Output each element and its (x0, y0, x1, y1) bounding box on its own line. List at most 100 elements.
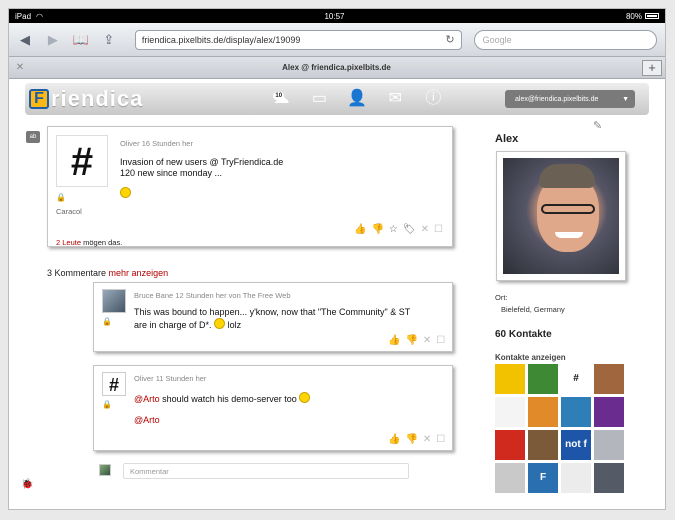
back-icon[interactable]: ◀ (17, 32, 33, 48)
chat-icon[interactable]: ▭ (309, 90, 329, 108)
friendica-navbar: F riendica ☁10 ▭ 👤 ✉ ⓘ alex@friendica.pi… (25, 83, 649, 115)
new-tab-button[interactable]: + (642, 59, 662, 76)
share-icon[interactable]: ⇪ (101, 32, 117, 48)
delete-icon[interactable]: ✕ (423, 335, 431, 346)
bookmarks-icon[interactable]: 📖 (73, 32, 89, 48)
comment-1: 🔒 Bruce Bane 12 Stunden her von The Free… (93, 282, 453, 352)
lock-icon: 🔒 (102, 317, 112, 326)
friendica-logo[interactable]: F riendica (29, 86, 143, 112)
profile-photo-image (503, 158, 619, 274)
post-avatar[interactable]: # (56, 135, 108, 187)
location-label: Ort: (495, 293, 508, 302)
search-field[interactable]: Google (473, 29, 657, 50)
network-icon[interactable]: ☁10 (271, 90, 291, 108)
bug-icon[interactable]: 🐞 (21, 479, 33, 490)
contact-avatar[interactable]: not f (561, 430, 591, 460)
dislike-icon[interactable]: 👎 (405, 335, 417, 346)
contacts-grid: # not fF (495, 364, 625, 493)
contact-avatar[interactable] (561, 397, 591, 427)
aside-toggle-icon[interactable]: ab (26, 131, 40, 143)
select-checkbox[interactable]: ☐ (434, 224, 443, 235)
contact-avatar[interactable] (594, 430, 624, 460)
like-icon[interactable]: 👍 (388, 434, 400, 445)
contact-avatar[interactable] (594, 397, 624, 427)
contact-avatar[interactable] (561, 463, 591, 493)
comment-author[interactable]: Oliver (134, 374, 154, 383)
contact-avatar[interactable] (528, 364, 558, 394)
comment-2: # 🔒 Oliver 11 Stunden her @Arto should w… (93, 365, 453, 451)
contact-avatar[interactable] (495, 463, 525, 493)
comment-meta: Bruce Bane 12 Stunden her von The Free W… (134, 291, 291, 300)
battery-icon (644, 12, 659, 19)
comment-lolz: lolz (227, 320, 242, 330)
comment-time[interactable]: 12 Stunden her von The Free Web (175, 291, 290, 300)
comments-summary: 3 Kommentare mehr anzeigen (47, 268, 168, 278)
browser-toolbar: ◀ ▶ 📖 ⇪ friendica.pixelbits.de/display/a… (9, 23, 665, 57)
post-author[interactable]: Oliver (120, 139, 140, 148)
post-meta: Oliver 16 Stunden her (120, 139, 193, 148)
user-menu[interactable]: alex@friendica.pixelbits.de ▼ (505, 90, 635, 108)
view-contacts-link[interactable]: Kontakte anzeigen (495, 353, 566, 362)
smiley-icon (214, 318, 226, 329)
select-checkbox[interactable]: ☐ (436, 434, 445, 445)
select-checkbox[interactable]: ☐ (436, 335, 445, 346)
delete-icon[interactable]: ✕ (423, 434, 431, 445)
post-body: Invasion of new users @ TryFriendica.de … (120, 157, 283, 179)
show-more-link[interactable]: mehr anzeigen (109, 268, 169, 278)
comments-count: 3 Kommentare (47, 268, 107, 278)
post-line-2: 120 new since monday ... (120, 168, 223, 178)
clock: 10:57 (324, 11, 345, 21)
address-bar[interactable]: friendica.pixelbits.de/display/alex/1909… (134, 29, 462, 50)
user-email: alex@friendica.pixelbits.de (515, 95, 599, 103)
post-actions: 👍 👎 ☆ 🏷 ✕ ☐ (354, 224, 443, 235)
comment-line-2-text: are in charge of D*. (134, 320, 212, 330)
dislike-icon[interactable]: 👎 (405, 434, 417, 445)
contact-avatar[interactable] (594, 364, 624, 394)
wall-post: # 🔒 Oliver 16 Stunden her Invasion of ne… (47, 126, 453, 247)
profile-photo-glasses (541, 204, 595, 214)
chevron-down-icon: ▼ (622, 95, 629, 103)
notifications-icon[interactable]: ⓘ (423, 90, 443, 108)
delete-icon[interactable]: ✕ (421, 224, 429, 235)
profile-photo[interactable] (496, 151, 626, 281)
comment-body: @Arto should watch his demo-server too @… (134, 392, 311, 426)
device-label: iPad (15, 11, 32, 21)
reload-icon[interactable]: ↻ (445, 33, 454, 46)
comment-time[interactable]: 11 Stunden her (156, 374, 207, 383)
battery-indicator: 80% (626, 12, 659, 21)
comment-avatar[interactable] (102, 289, 126, 313)
lock-icon: 🔒 (56, 193, 66, 202)
post-location: Caracol (56, 207, 82, 216)
tag-icon[interactable]: 🏷 (403, 224, 416, 235)
mention-link[interactable]: @Arto (134, 394, 160, 404)
post-time[interactable]: 16 Stunden her (142, 139, 193, 148)
contact-avatar[interactable] (495, 430, 525, 460)
comment-input[interactable]: Kommentar (123, 463, 409, 479)
contact-avatar[interactable]: # (561, 364, 591, 394)
star-icon[interactable]: ☆ (389, 224, 398, 235)
comment-body: This was bound to happen... y'know, now … (134, 307, 410, 331)
like-icon[interactable]: 👍 (354, 224, 366, 235)
contact-avatar[interactable] (495, 397, 525, 427)
comment-author[interactable]: Bruce Bane (134, 291, 173, 300)
mail-icon[interactable]: ✉ (385, 90, 405, 108)
url-text: friendica.pixelbits.de/display/alex/1909… (141, 34, 301, 45)
forward-icon[interactable]: ▶ (45, 32, 61, 48)
contacts-icon[interactable]: 👤 (347, 90, 367, 108)
close-tab-icon[interactable]: ✕ (9, 62, 31, 73)
contact-avatar[interactable] (495, 364, 525, 394)
likes-link[interactable]: 2 Leute (56, 238, 81, 247)
dislike-icon[interactable]: 👎 (371, 224, 383, 235)
comment-text: should watch his demo-server too (162, 394, 297, 404)
edit-pencil-icon[interactable]: ✎ (593, 119, 602, 132)
comment-line-1: This was bound to happen... y'know, now … (134, 307, 411, 317)
like-icon[interactable]: 👍 (388, 335, 400, 346)
lock-icon: 🔒 (102, 400, 112, 409)
contact-avatar[interactable] (594, 463, 624, 493)
mention-link[interactable]: @Arto (134, 415, 160, 425)
contact-avatar[interactable]: F (528, 463, 558, 493)
contact-avatar[interactable] (528, 430, 558, 460)
contact-avatar[interactable] (528, 397, 558, 427)
tab-title[interactable]: Alex @ friendica.pixelbits.de (31, 63, 642, 72)
comment-avatar[interactable]: # (102, 372, 126, 396)
